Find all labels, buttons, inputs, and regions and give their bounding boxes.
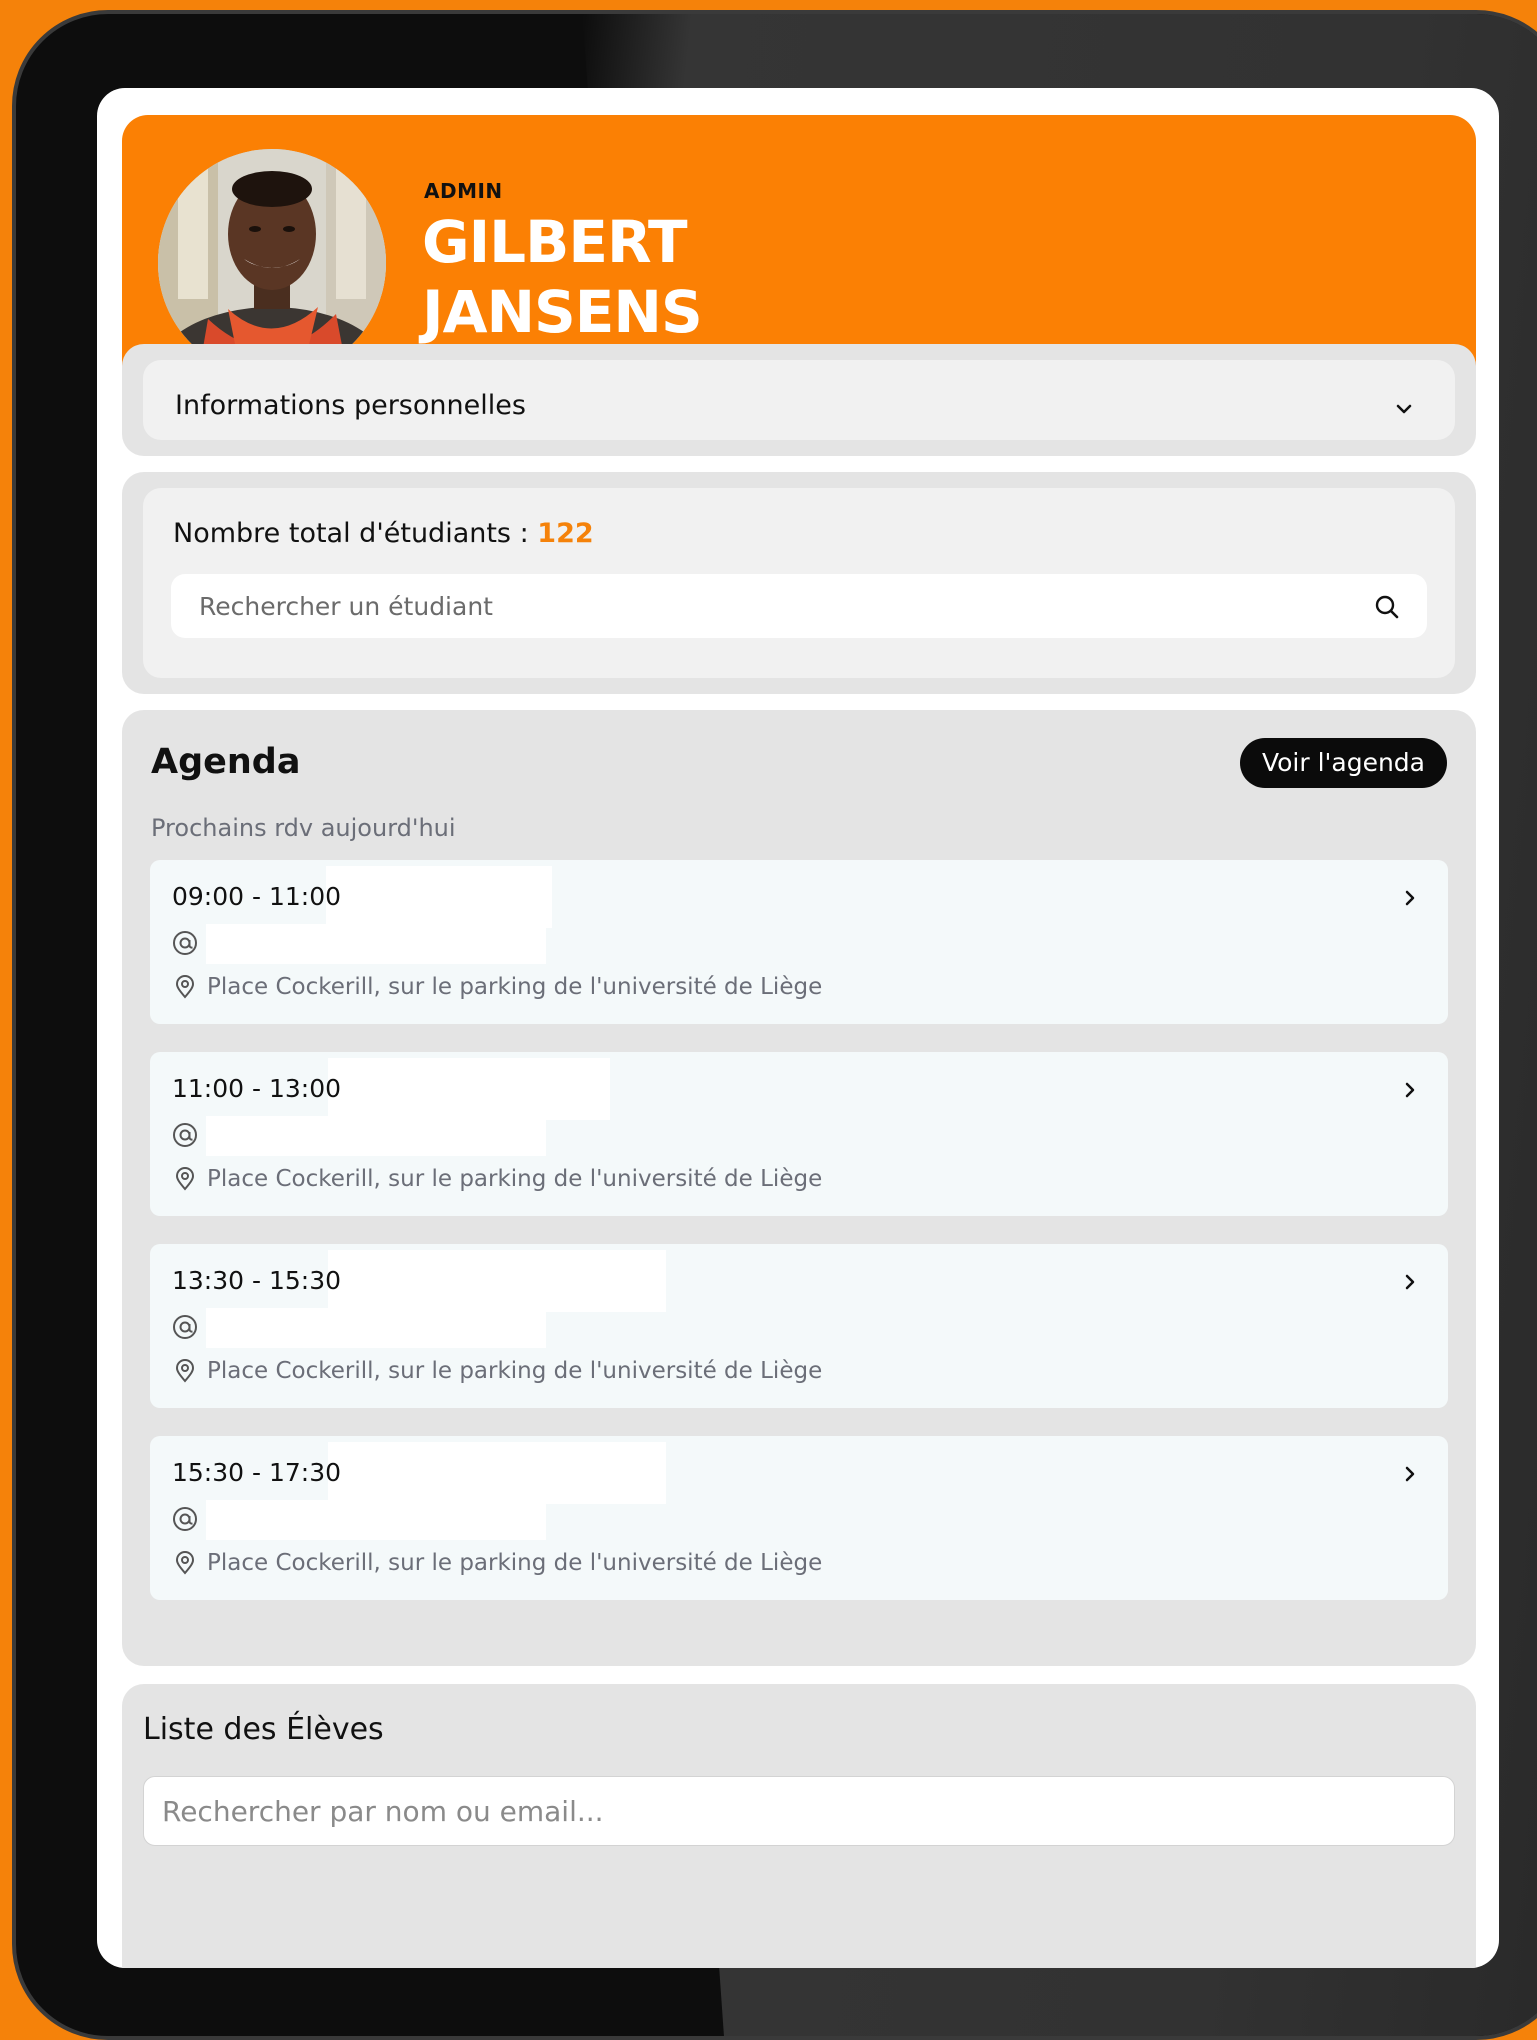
redacted-name xyxy=(328,1442,666,1504)
at-icon xyxy=(173,1507,197,1531)
agenda-title: Agenda xyxy=(151,742,301,782)
at-icon xyxy=(173,1123,197,1147)
students-count: Nombre total d'étudiants : 122 xyxy=(173,518,594,549)
chevron-right-icon xyxy=(1405,1082,1415,1098)
student-search-input[interactable] xyxy=(171,574,1427,638)
students-list-panel: Liste des Élèves xyxy=(122,1684,1476,1968)
chevron-right-icon xyxy=(1405,890,1415,906)
personal-info-label: Informations personnelles xyxy=(175,390,526,421)
agenda-subtitle: Prochains rdv aujourd'hui xyxy=(151,814,456,842)
redacted-email xyxy=(206,924,546,964)
at-icon xyxy=(173,931,197,955)
redacted-name xyxy=(328,1058,610,1120)
search-icon[interactable] xyxy=(1373,593,1401,621)
view-agenda-button[interactable]: Voir l'agenda xyxy=(1239,738,1447,788)
avatar-photo xyxy=(158,149,386,377)
tablet-frame: ADMIN GILBERT JANSENS Informations perso… xyxy=(12,10,1537,2040)
students-count-panel: Nombre total d'étudiants : 122 xyxy=(122,472,1476,694)
appointment-time: 09:00 - 11:00 xyxy=(172,882,342,911)
students-list-search-input[interactable] xyxy=(143,1776,1455,1846)
screen: ADMIN GILBERT JANSENS Informations perso… xyxy=(97,88,1499,1968)
redacted-email xyxy=(206,1500,546,1540)
appointment-card[interactable]: 09:00 - 11:00 Place Cockerill, sur le pa… xyxy=(150,860,1448,1024)
appointment-time: 11:00 - 13:00 xyxy=(172,1074,342,1103)
appointment-time: 13:30 - 15:30 xyxy=(172,1266,342,1295)
appointment-location: Place Cockerill, sur le parking de l'uni… xyxy=(207,1550,823,1576)
students-count-card: Nombre total d'étudiants : 122 xyxy=(143,488,1455,678)
avatar xyxy=(158,149,386,377)
appointment-card[interactable]: 15:30 - 17:30 Place Cockerill, sur le pa… xyxy=(150,1436,1448,1600)
appointment-location: Place Cockerill, sur le parking de l'uni… xyxy=(207,974,823,1000)
agenda-panel: Agenda Voir l'agenda Prochains rdv aujou… xyxy=(122,710,1476,1666)
chevron-right-icon xyxy=(1405,1466,1415,1482)
at-icon xyxy=(173,1315,197,1339)
location-pin-icon xyxy=(175,1551,195,1575)
chevron-right-icon xyxy=(1405,1274,1415,1290)
appointment-location: Place Cockerill, sur le parking de l'uni… xyxy=(207,1358,823,1384)
appointment-card[interactable]: 11:00 - 13:00 Place Cockerill, sur le pa… xyxy=(150,1052,1448,1216)
appointment-card[interactable]: 13:30 - 15:30 Place Cockerill, sur le pa… xyxy=(150,1244,1448,1408)
user-role: ADMIN xyxy=(424,179,503,203)
appointment-time: 15:30 - 17:30 xyxy=(172,1458,342,1487)
user-name: GILBERT JANSENS xyxy=(422,207,703,347)
redacted-name xyxy=(326,866,552,928)
redacted-email xyxy=(206,1308,546,1348)
user-first-name: GILBERT xyxy=(422,208,688,276)
personal-info-accordion[interactable]: Informations personnelles xyxy=(143,360,1455,440)
personal-info-panel: Informations personnelles xyxy=(122,344,1476,456)
redacted-email xyxy=(206,1116,546,1156)
appointment-location: Place Cockerill, sur le parking de l'uni… xyxy=(207,1166,823,1192)
students-count-value: 122 xyxy=(537,518,594,549)
location-pin-icon xyxy=(175,975,195,999)
location-pin-icon xyxy=(175,1167,195,1191)
redacted-name xyxy=(328,1250,666,1312)
location-pin-icon xyxy=(175,1359,195,1383)
chevron-down-icon xyxy=(1396,404,1412,414)
students-count-label: Nombre total d'étudiants : xyxy=(173,518,529,549)
user-last-name: JANSENS xyxy=(422,278,703,346)
students-list-title: Liste des Élèves xyxy=(143,1712,384,1747)
